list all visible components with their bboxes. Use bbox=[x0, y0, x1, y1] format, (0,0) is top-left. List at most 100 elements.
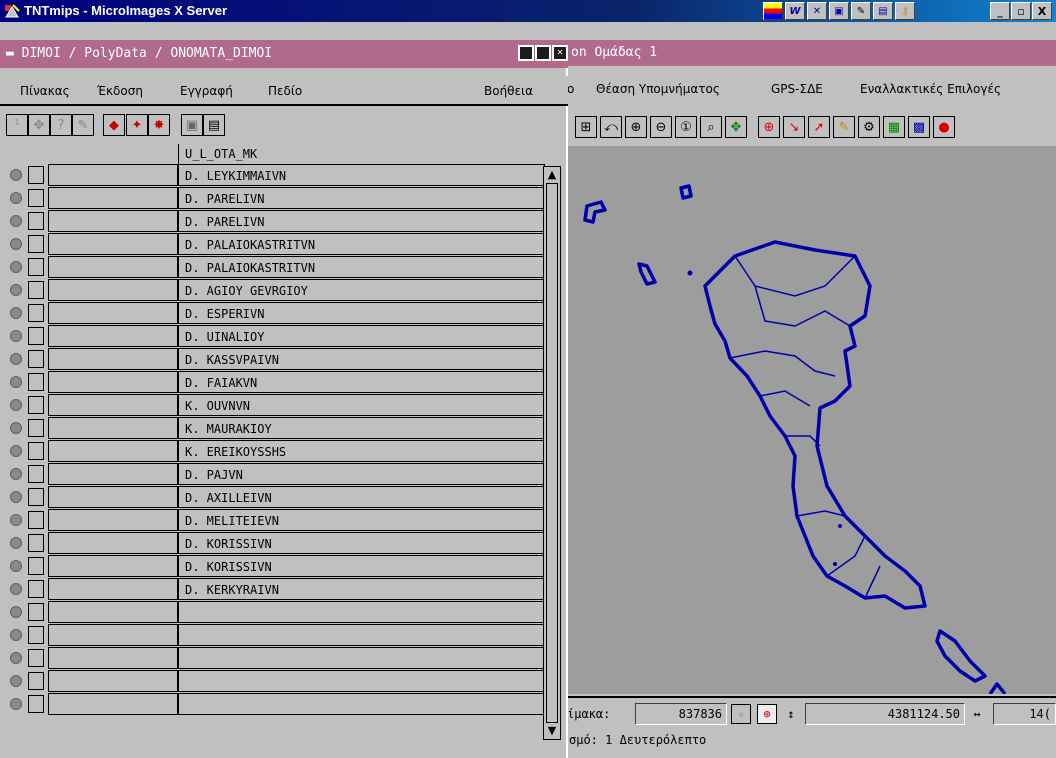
row-select-checkbox[interactable] bbox=[28, 304, 44, 322]
tools-icon[interactable]: ✎ bbox=[851, 2, 871, 20]
table-row[interactable]: D. PARELIVN bbox=[0, 187, 545, 209]
row-id-cell[interactable] bbox=[48, 486, 178, 508]
x-coordinate-field[interactable]: 837836 bbox=[635, 703, 727, 725]
row-select-checkbox[interactable] bbox=[28, 511, 44, 529]
row-select-checkbox[interactable] bbox=[28, 649, 44, 667]
row-select-checkbox[interactable] bbox=[28, 189, 44, 207]
table-row[interactable]: D. KORISSIVN bbox=[0, 532, 545, 554]
window-icon[interactable]: ▣ bbox=[829, 2, 849, 20]
menu-icon[interactable]: ▬ bbox=[6, 46, 14, 61]
row-id-cell[interactable] bbox=[48, 532, 178, 554]
row-select-checkbox[interactable] bbox=[28, 534, 44, 552]
x-icon[interactable]: ✕ bbox=[807, 2, 827, 20]
minimize-button[interactable]: _ bbox=[990, 2, 1010, 20]
scroll-up-icon[interactable]: ▲ bbox=[545, 168, 559, 182]
row-select-checkbox[interactable] bbox=[28, 373, 44, 391]
row-select-checkbox[interactable] bbox=[28, 235, 44, 253]
menu-item-field[interactable]: Πεδίο bbox=[268, 84, 302, 98]
layout-icon[interactable]: ▤ bbox=[873, 2, 893, 20]
row-id-cell[interactable] bbox=[48, 647, 178, 669]
row-id-cell[interactable] bbox=[48, 371, 178, 393]
table-row[interactable]: D. LEYKIMMAIVN bbox=[0, 164, 545, 186]
name-cell[interactable]: D. ESPERIVN bbox=[178, 302, 545, 324]
record-number-icon[interactable]: ¹ bbox=[6, 114, 28, 136]
menu-item-o[interactable]: o bbox=[567, 82, 574, 96]
name-cell[interactable]: D. PARELIVN bbox=[178, 210, 545, 232]
row-id-cell[interactable] bbox=[48, 440, 178, 462]
name-cell[interactable]: D. LEYKIMMAIVN bbox=[178, 164, 545, 186]
row-id-cell[interactable] bbox=[48, 187, 178, 209]
zoom-1x-icon[interactable]: ① bbox=[675, 116, 697, 138]
row-id-cell[interactable] bbox=[48, 555, 178, 577]
row-select-checkbox[interactable] bbox=[28, 488, 44, 506]
crosshair-icon[interactable]: ✳ bbox=[731, 704, 751, 724]
maximize-button[interactable]: ▫ bbox=[1011, 2, 1031, 20]
row-select-checkbox[interactable] bbox=[28, 419, 44, 437]
row-select-checkbox[interactable] bbox=[28, 672, 44, 690]
row-id-cell[interactable] bbox=[48, 624, 178, 646]
position-icon[interactable]: ⊕ bbox=[757, 704, 777, 724]
name-cell[interactable]: K. OUVNVN bbox=[178, 394, 545, 416]
row-id-cell[interactable] bbox=[48, 256, 178, 278]
name-cell[interactable]: D. KASSVPAIVN bbox=[178, 348, 545, 370]
row-select-checkbox[interactable] bbox=[28, 557, 44, 575]
row-id-cell[interactable] bbox=[48, 417, 178, 439]
w-icon[interactable]: W bbox=[785, 2, 805, 20]
name-cell[interactable]: D. AXILLEIVN bbox=[178, 486, 545, 508]
row-select-checkbox[interactable] bbox=[28, 580, 44, 598]
zoom-red-icon[interactable]: ⊕ bbox=[758, 116, 780, 138]
name-cell[interactable]: K. MAURAKIOY bbox=[178, 417, 545, 439]
name-cell[interactable] bbox=[178, 670, 545, 692]
row-select-checkbox[interactable] bbox=[28, 603, 44, 621]
y-coordinate-field[interactable]: 4381124.50 bbox=[805, 703, 965, 725]
select-all-icon[interactable]: ✸ bbox=[148, 114, 170, 136]
row-id-cell[interactable] bbox=[48, 578, 178, 600]
name-cell[interactable]: D. PALAIOKASTRITVN bbox=[178, 256, 545, 278]
zoom-previous-icon[interactable]: ⤺ bbox=[600, 116, 622, 138]
select-arrow-icon[interactable]: ➚ bbox=[808, 116, 830, 138]
table-row[interactable]: D. ESPERIVN bbox=[0, 302, 545, 324]
name-cell[interactable]: D. MELITEIEVN bbox=[178, 509, 545, 531]
row-select-checkbox[interactable] bbox=[28, 465, 44, 483]
row-id-cell[interactable] bbox=[48, 670, 178, 692]
table-row[interactable]: K. OUVNVN bbox=[0, 394, 545, 416]
layer-icon[interactable]: ▦ bbox=[883, 116, 905, 138]
key-icon[interactable]: ⚷ bbox=[895, 2, 915, 20]
table-row[interactable] bbox=[0, 624, 545, 646]
row-select-checkbox[interactable] bbox=[28, 212, 44, 230]
table-row[interactable]: D. MELITEIEVN bbox=[0, 509, 545, 531]
table-row[interactable] bbox=[0, 601, 545, 623]
row-id-cell[interactable] bbox=[48, 348, 178, 370]
menu-item-edit[interactable]: Έκδοση bbox=[97, 84, 143, 98]
table-row[interactable]: D. PARELIVN bbox=[0, 210, 545, 232]
zoom-in-icon[interactable]: ⊕ bbox=[625, 116, 647, 138]
table-row[interactable]: K. EREIKOYSSHS bbox=[0, 440, 545, 462]
menu-item-options[interactable]: Εναλλακτικές Επιλογές bbox=[860, 82, 1001, 96]
row-select-checkbox[interactable] bbox=[28, 626, 44, 644]
palette-icon[interactable] bbox=[763, 2, 783, 20]
vertical-scrollbar[interactable]: ▲ ▼ bbox=[543, 166, 561, 740]
row-select-checkbox[interactable] bbox=[28, 396, 44, 414]
zoom-full-icon[interactable]: ⊞ bbox=[575, 116, 597, 138]
row-id-cell[interactable] bbox=[48, 302, 178, 324]
zoom-box-icon[interactable]: ⌕ bbox=[700, 116, 722, 138]
minimize-button[interactable] bbox=[518, 45, 534, 61]
menu-item-gps[interactable]: GPS-ΣΔΕ bbox=[771, 82, 823, 96]
column-header[interactable]: U_L_OTA_MK bbox=[178, 144, 545, 164]
select-record-icon[interactable]: ◆ bbox=[103, 114, 125, 136]
zoom-out-icon[interactable]: ⊖ bbox=[650, 116, 672, 138]
table-row[interactable] bbox=[0, 647, 545, 669]
name-cell[interactable] bbox=[178, 601, 545, 623]
select-multiple-icon[interactable]: ✦ bbox=[126, 114, 148, 136]
scroll-thumb[interactable] bbox=[546, 183, 558, 723]
traffic-light-icon[interactable]: ● bbox=[933, 116, 955, 138]
pan-icon[interactable]: ✥ bbox=[725, 116, 747, 138]
name-cell[interactable]: D. PALAIOKASTRITVN bbox=[178, 233, 545, 255]
maximize-button[interactable] bbox=[535, 45, 551, 61]
name-cell[interactable]: D. UINALIOY bbox=[178, 325, 545, 347]
row-id-cell[interactable] bbox=[48, 601, 178, 623]
scroll-down-icon[interactable]: ▼ bbox=[545, 724, 559, 738]
row-select-checkbox[interactable] bbox=[28, 350, 44, 368]
name-cell[interactable]: D. FAIAKVN bbox=[178, 371, 545, 393]
table-row[interactable]: K. MAURAKIOY bbox=[0, 417, 545, 439]
